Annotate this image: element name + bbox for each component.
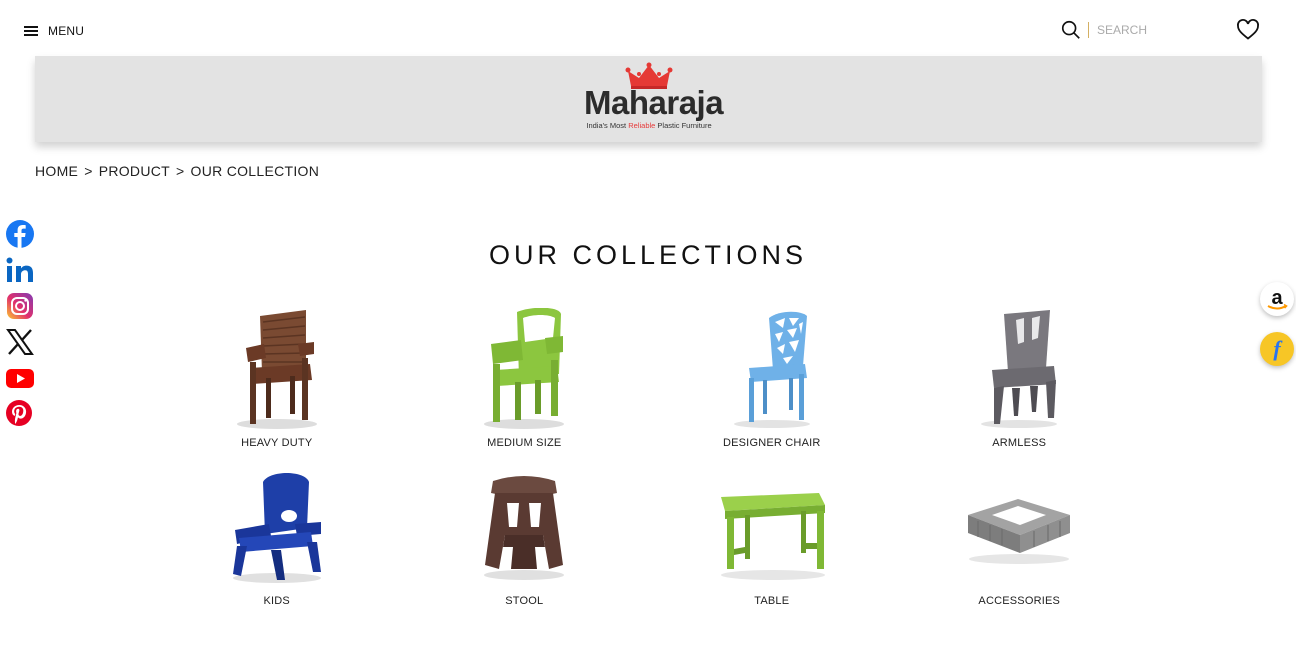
- menu-label: MENU: [48, 24, 85, 38]
- collection-card-medium-size[interactable]: MEDIUM SIZE: [401, 305, 649, 463]
- marketplace-badges: a f: [1260, 282, 1294, 382]
- brand-logo[interactable]: Maharaja India's Most Reliable Plastic F…: [584, 62, 724, 138]
- brand-name: Maharaja: [584, 84, 724, 121]
- breadcrumb-home[interactable]: HOME: [35, 163, 78, 179]
- brand-banner: Maharaja India's Most Reliable Plastic F…: [35, 56, 1262, 142]
- collection-card-heavy-duty[interactable]: HEAVY DUTY: [153, 305, 401, 463]
- youtube-icon[interactable]: [5, 363, 35, 393]
- designer-chair-image: [733, 311, 810, 428]
- collection-card-stool[interactable]: STOOL: [401, 463, 649, 621]
- hamburger-icon: [24, 26, 38, 36]
- brand-tagline: India's Most Reliable Plastic Furniture: [586, 121, 712, 130]
- heart-icon[interactable]: [1236, 18, 1260, 42]
- collection-label: STOOL: [505, 595, 544, 607]
- search-bar: [1060, 19, 1207, 41]
- search-divider: [1088, 22, 1089, 38]
- menu-button[interactable]: MENU: [24, 24, 84, 38]
- collection-card-designer-chair[interactable]: DESIGNER CHAIR: [648, 305, 896, 463]
- amazon-icon[interactable]: a: [1260, 282, 1294, 316]
- collection-card-accessories[interactable]: ACCESSORIES: [896, 463, 1144, 621]
- table-image: [720, 493, 825, 580]
- search-input[interactable]: [1097, 23, 1207, 37]
- instagram-icon[interactable]: [5, 291, 35, 321]
- breadcrumb-separator: >: [176, 163, 185, 179]
- armless-chair-image: [981, 310, 1058, 428]
- collection-card-kids[interactable]: KIDS: [153, 463, 401, 621]
- collection-label: KIDS: [263, 595, 290, 607]
- collection-label: HEAVY DUTY: [241, 437, 313, 449]
- top-bar: MENU: [0, 0, 1296, 56]
- flipkart-icon[interactable]: f: [1260, 332, 1294, 366]
- svg-text:a: a: [1271, 287, 1283, 309]
- collection-label: DESIGNER CHAIR: [722, 437, 821, 449]
- kids-chair-image: [232, 473, 321, 583]
- breadcrumb-product[interactable]: PRODUCT: [99, 163, 170, 179]
- collection-label: ARMLESS: [992, 437, 1047, 449]
- collections-grid: HEAVY DUTY MEDIUM SIZE DESIGNER CHAIR AR…: [153, 305, 1143, 621]
- collection-card-table[interactable]: TABLE: [648, 463, 896, 621]
- breadcrumb-separator: >: [84, 163, 93, 179]
- breadcrumb: HOME > PRODUCT > OUR COLLECTION: [35, 163, 319, 179]
- search-icon[interactable]: [1060, 19, 1082, 41]
- breadcrumb-current: OUR COLLECTION: [190, 163, 320, 179]
- pinterest-icon[interactable]: [5, 399, 35, 429]
- stool-image: [484, 476, 565, 580]
- collection-label: ACCESSORIES: [978, 595, 1061, 607]
- medium-size-chair-image: [484, 308, 565, 429]
- page-title: OUR COLLECTIONS: [488, 240, 808, 270]
- accessories-image: [968, 499, 1071, 564]
- collection-label: TABLE: [754, 595, 790, 607]
- heavy-duty-chair-image: [236, 310, 317, 429]
- x-icon[interactable]: [5, 327, 35, 357]
- collection-card-armless[interactable]: ARMLESS: [896, 305, 1144, 463]
- collection-label: MEDIUM SIZE: [487, 437, 562, 449]
